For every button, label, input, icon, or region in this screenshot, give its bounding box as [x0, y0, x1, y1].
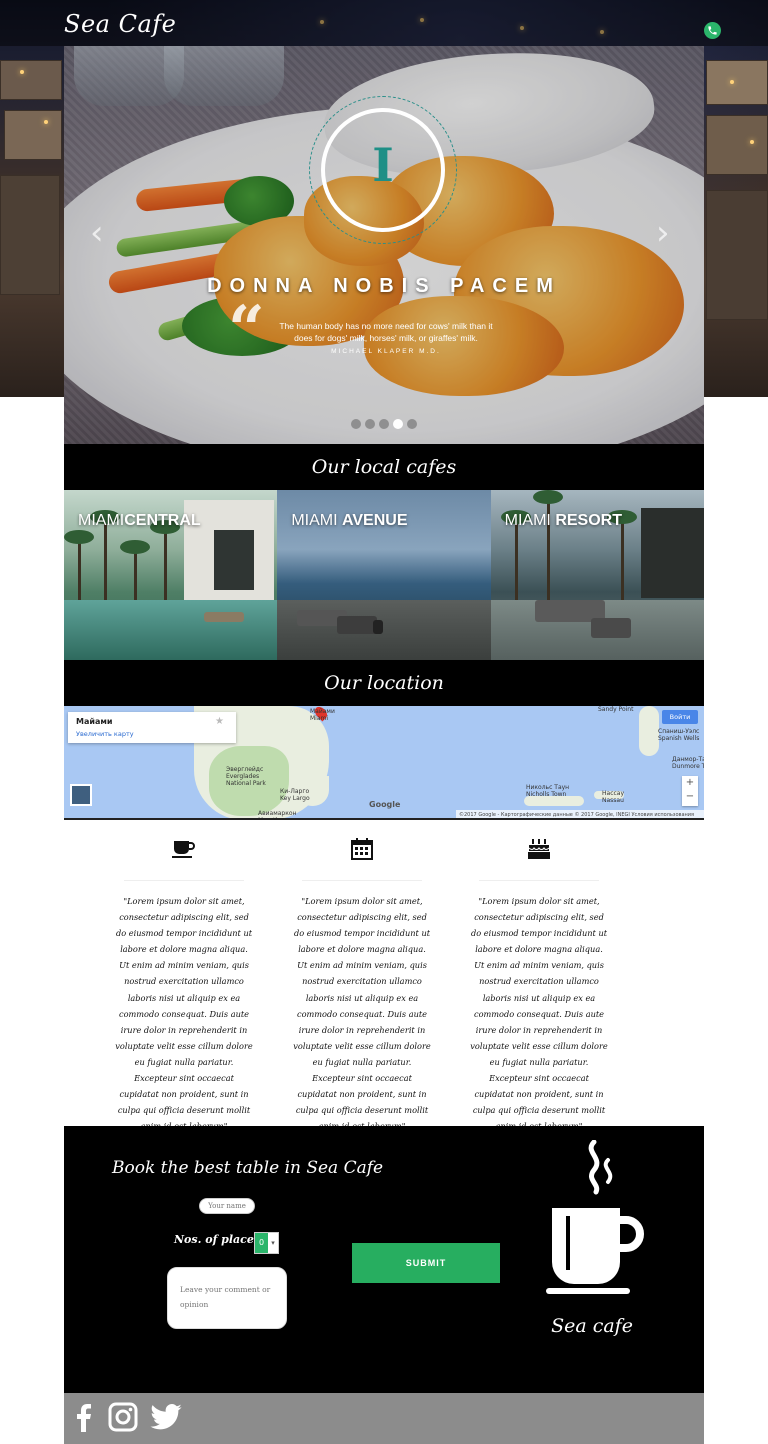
slide-quote: The human body has no more need for cows… [279, 321, 493, 343]
places-label: Nos. of places: [174, 1233, 265, 1246]
map-zoom-control[interactable]: + − [682, 776, 698, 806]
cafes-row: MIAMICENTRAL MIAMI AVENUE MIAMI RESORT [64, 490, 704, 660]
cafe-title: MIAMI RESORT [504, 512, 622, 529]
footer [64, 1393, 704, 1444]
slide-author: MICHAEL KLAPER M.D. [331, 348, 441, 355]
hero-carousel: I DONNA NOBIS PACEM “ The human body has… [64, 46, 704, 444]
map-label-marathon: Авиамаркон Marathon [258, 810, 297, 818]
name-input[interactable] [199, 1198, 255, 1214]
google-logo: Google [369, 800, 401, 809]
cafe-title: MIAMICENTRAL [78, 512, 201, 529]
location-map[interactable]: Майами Увеличить карту ★ Войти Майами Mi… [64, 706, 704, 820]
booking-title: Book the best table in Sea Cafe [112, 1158, 384, 1178]
cafe-title: MIAMI AVENUE [291, 512, 408, 529]
feature-cake: "Lorem ipsum dolor sit amet, consectetur… [469, 834, 609, 1134]
feature-calendar: "Lorem ipsum dolor sit amet, consectetur… [292, 834, 432, 1134]
carousel-dot[interactable] [365, 419, 375, 429]
places-value[interactable]: 0 [255, 1233, 268, 1253]
location-heading: Our location [64, 660, 704, 706]
carousel-dot-active[interactable] [393, 419, 403, 429]
facebook-icon[interactable] [74, 1401, 92, 1433]
map-label-nassau: Нассау Nassau [602, 790, 625, 804]
map-label-miami: Майами Miami [310, 708, 335, 722]
map-label-sandy-point: Sandy Point [598, 706, 634, 713]
sea-cafe-logo-text: Sea cafe [551, 1315, 633, 1337]
booking-section: Book the best table in Sea Cafe Nos. of … [64, 1126, 704, 1393]
cafes-heading: Our local cafes [64, 444, 704, 490]
cafe-card-avenue[interactable]: MIAMI AVENUE [277, 490, 491, 660]
map-label-nicholls: Никольс Таун Nicholls Town [526, 784, 570, 798]
slide-title: DONNA NOBIS PACEM [207, 275, 561, 297]
map-label-key-largo: Ки-Ларго Key Largo [280, 788, 310, 802]
feature-text: "Lorem ipsum dolor sit amet, consectetur… [115, 896, 253, 1131]
submit-button[interactable]: SUBMIT [352, 1243, 500, 1283]
map-info-card: Майами Увеличить карту ★ [68, 712, 236, 743]
carousel-indicators [351, 419, 417, 429]
brand-logo[interactable]: Sea Cafe [64, 10, 176, 38]
cafe-card-resort[interactable]: MIAMI RESORT [490, 490, 704, 660]
feature-text: "Lorem ipsum dolor sit amet, consectetur… [470, 896, 608, 1131]
calendar-icon [292, 834, 432, 864]
zoom-out-button[interactable]: − [682, 790, 698, 804]
birthday-cake-icon [469, 834, 609, 864]
map-copyright: ©2017 Google - Картографические данные ©… [456, 810, 704, 818]
carousel-dot[interactable] [407, 419, 417, 429]
cafe-card-central[interactable]: MIAMICENTRAL [64, 490, 278, 660]
star-icon[interactable]: ★ [215, 716, 224, 727]
twitter-icon[interactable] [150, 1401, 182, 1433]
map-satellite-toggle[interactable] [70, 784, 92, 806]
comment-field[interactable] [167, 1267, 287, 1329]
feature-text: "Lorem ipsum dolor sit amet, consectetur… [293, 896, 431, 1131]
carousel-dot[interactable] [351, 419, 361, 429]
map-label-everglades: Эверглейдс Everglades National Park [226, 766, 266, 787]
map-label-spanish-wells: Спаниш-Уэлс Spanish Wells [658, 728, 700, 742]
carousel-next-arrow[interactable]: › [656, 216, 670, 250]
carousel-prev-arrow[interactable]: ‹ [90, 216, 104, 250]
instagram-icon[interactable] [108, 1401, 138, 1433]
map-login-button[interactable]: Войти [662, 710, 698, 724]
top-bar: Sea Cafe [0, 0, 768, 46]
carousel-dot[interactable] [379, 419, 389, 429]
zoom-in-button[interactable]: + [682, 776, 698, 790]
feature-coffee: "Lorem ipsum dolor sit amet, consectetur… [114, 834, 254, 1134]
coffee-cup-logo-icon [544, 1139, 644, 1304]
map-label-dunmore: Данмор-Таун Dunmore Town [672, 756, 704, 770]
quote-mark-icon: “ [228, 292, 265, 367]
coffee-cup-icon [114, 834, 254, 864]
phone-icon[interactable] [704, 22, 721, 39]
map-city: Майами [76, 717, 113, 726]
chevron-down-icon[interactable]: ▾ [268, 1233, 278, 1253]
places-select[interactable]: 0 ▾ [254, 1232, 279, 1254]
quote-initial: I [372, 138, 394, 192]
enlarge-map-link[interactable]: Увеличить карту [76, 730, 134, 738]
